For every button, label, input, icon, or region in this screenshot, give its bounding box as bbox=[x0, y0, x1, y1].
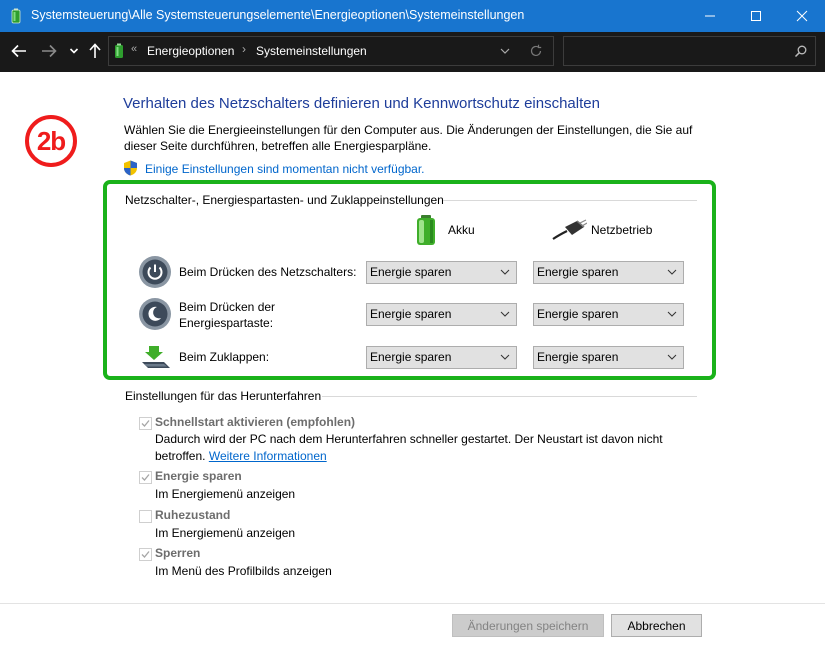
lock-description: Im Menü des Profilbilds anzeigen bbox=[155, 564, 332, 578]
minimize-icon bbox=[705, 15, 715, 17]
uac-shield-icon bbox=[124, 160, 137, 176]
close-icon bbox=[796, 10, 808, 22]
search-icon bbox=[794, 45, 807, 58]
arrow-left-icon bbox=[11, 44, 26, 58]
hibernate-checkbox[interactable] bbox=[139, 510, 152, 523]
lid-netz-select[interactable]: Energie sparen bbox=[533, 346, 684, 369]
sleep-label: Energie sparen bbox=[155, 469, 242, 483]
lock-label: Sperren bbox=[155, 546, 201, 560]
power-options-icon bbox=[11, 8, 21, 24]
breadcrumb-separator[interactable]: › bbox=[242, 42, 246, 56]
column-header-netzbetrieb: Netzbetrieb bbox=[591, 223, 653, 237]
recent-locations-button[interactable] bbox=[66, 40, 82, 62]
chevron-down-icon[interactable] bbox=[499, 45, 511, 57]
group-title-shutdown: Einstellungen für das Herunterfahren bbox=[125, 389, 322, 403]
maximize-button[interactable] bbox=[733, 0, 779, 32]
fast-startup-checkbox[interactable] bbox=[139, 417, 152, 430]
power-button-netz-select[interactable]: Energie sparen bbox=[533, 261, 684, 284]
step-badge: 2b bbox=[25, 115, 77, 167]
navigation-bar: « Energieoptionen › Systemeinstellungen bbox=[0, 32, 825, 72]
select-value: Energie sparen bbox=[370, 307, 452, 321]
close-button[interactable] bbox=[779, 0, 825, 32]
power-button-akku-select[interactable]: Energie sparen bbox=[366, 261, 517, 284]
cancel-button[interactable]: Abbrechen bbox=[611, 614, 702, 637]
search-input[interactable] bbox=[563, 36, 816, 66]
lid-akku-select[interactable]: Energie sparen bbox=[366, 346, 517, 369]
sleep-button-icon bbox=[139, 298, 171, 330]
breadcrumb-systemeinstellungen[interactable]: Systemeinstellungen bbox=[256, 44, 367, 58]
select-value: Energie sparen bbox=[537, 307, 619, 321]
column-header-akku: Akku bbox=[448, 223, 475, 237]
power-options-icon bbox=[115, 43, 123, 58]
sleep-button-akku-select[interactable]: Energie sparen bbox=[366, 303, 517, 326]
chevron-down-icon bbox=[69, 48, 79, 54]
fast-startup-description: Dadurch wird der PC nach dem Herunterfah… bbox=[155, 431, 675, 465]
checkmark-icon bbox=[141, 474, 150, 481]
up-button[interactable] bbox=[86, 40, 104, 62]
group-title-buttons: Netzschalter-, Energiespartasten- und Zu… bbox=[125, 193, 444, 207]
select-value: Energie sparen bbox=[370, 350, 452, 364]
group-divider bbox=[322, 396, 697, 397]
row-label-sleep-button: Beim Drücken der Energiespartaste: bbox=[179, 300, 276, 330]
select-value: Energie sparen bbox=[537, 350, 619, 364]
refresh-icon[interactable] bbox=[529, 44, 543, 58]
save-button[interactable]: Änderungen speichern bbox=[452, 614, 604, 637]
sleep-checkbox[interactable] bbox=[139, 471, 152, 484]
power-button-icon bbox=[139, 256, 171, 288]
maximize-icon bbox=[751, 11, 761, 21]
address-bar[interactable]: « Energieoptionen › Systemeinstellungen bbox=[108, 36, 554, 66]
arrow-right-icon bbox=[42, 44, 57, 58]
back-button[interactable] bbox=[8, 40, 30, 62]
forward-button[interactable] bbox=[38, 40, 60, 62]
page-title: Verhalten des Netzschalters definieren u… bbox=[123, 95, 600, 112]
hibernate-description: Im Energiemenü anzeigen bbox=[155, 526, 296, 540]
sleep-button-netz-select[interactable]: Energie sparen bbox=[533, 303, 684, 326]
breadcrumb-energieoptionen[interactable]: Energieoptionen bbox=[147, 44, 234, 58]
hibernate-label: Ruhezustand bbox=[155, 508, 231, 522]
select-value: Energie sparen bbox=[537, 265, 619, 279]
select-value: Energie sparen bbox=[370, 265, 452, 279]
group-divider bbox=[443, 200, 697, 201]
fast-startup-label: Schnellstart aktivieren (empfohlen) bbox=[155, 415, 356, 429]
battery-icon bbox=[417, 215, 435, 245]
window-title: Systemsteuerung\Alle Systemsteuerungsele… bbox=[31, 8, 525, 22]
checkmark-icon bbox=[141, 551, 150, 558]
footer-divider bbox=[0, 603, 825, 604]
minimize-button[interactable] bbox=[687, 0, 733, 32]
unavailable-settings-link[interactable]: Einige Einstellungen sind momentan nicht… bbox=[145, 162, 425, 176]
row-label-lid: Beim Zuklappen: bbox=[179, 350, 270, 364]
laptop-lid-icon bbox=[142, 346, 170, 368]
checkmark-icon bbox=[141, 420, 150, 427]
arrow-up-icon bbox=[89, 43, 101, 58]
chevron-down-icon bbox=[500, 269, 510, 275]
page-description: Wählen Sie die Energieeinstellungen für … bbox=[124, 123, 693, 153]
lock-checkbox[interactable] bbox=[139, 548, 152, 561]
chevron-down-icon bbox=[667, 354, 677, 360]
title-bar: Systemsteuerung\Alle Systemsteuerungsele… bbox=[0, 0, 825, 32]
row-label-power-button: Beim Drücken des Netzschalters: bbox=[179, 265, 357, 279]
chevron-down-icon bbox=[667, 311, 677, 317]
more-info-link[interactable]: Weitere Informationen bbox=[209, 449, 327, 463]
chevron-down-icon bbox=[500, 311, 510, 317]
sleep-description: Im Energiemenü anzeigen bbox=[155, 487, 296, 501]
breadcrumb-overflow[interactable]: « bbox=[131, 43, 137, 55]
chevron-down-icon bbox=[500, 354, 510, 360]
chevron-down-icon bbox=[667, 269, 677, 275]
power-plug-icon bbox=[552, 219, 587, 240]
